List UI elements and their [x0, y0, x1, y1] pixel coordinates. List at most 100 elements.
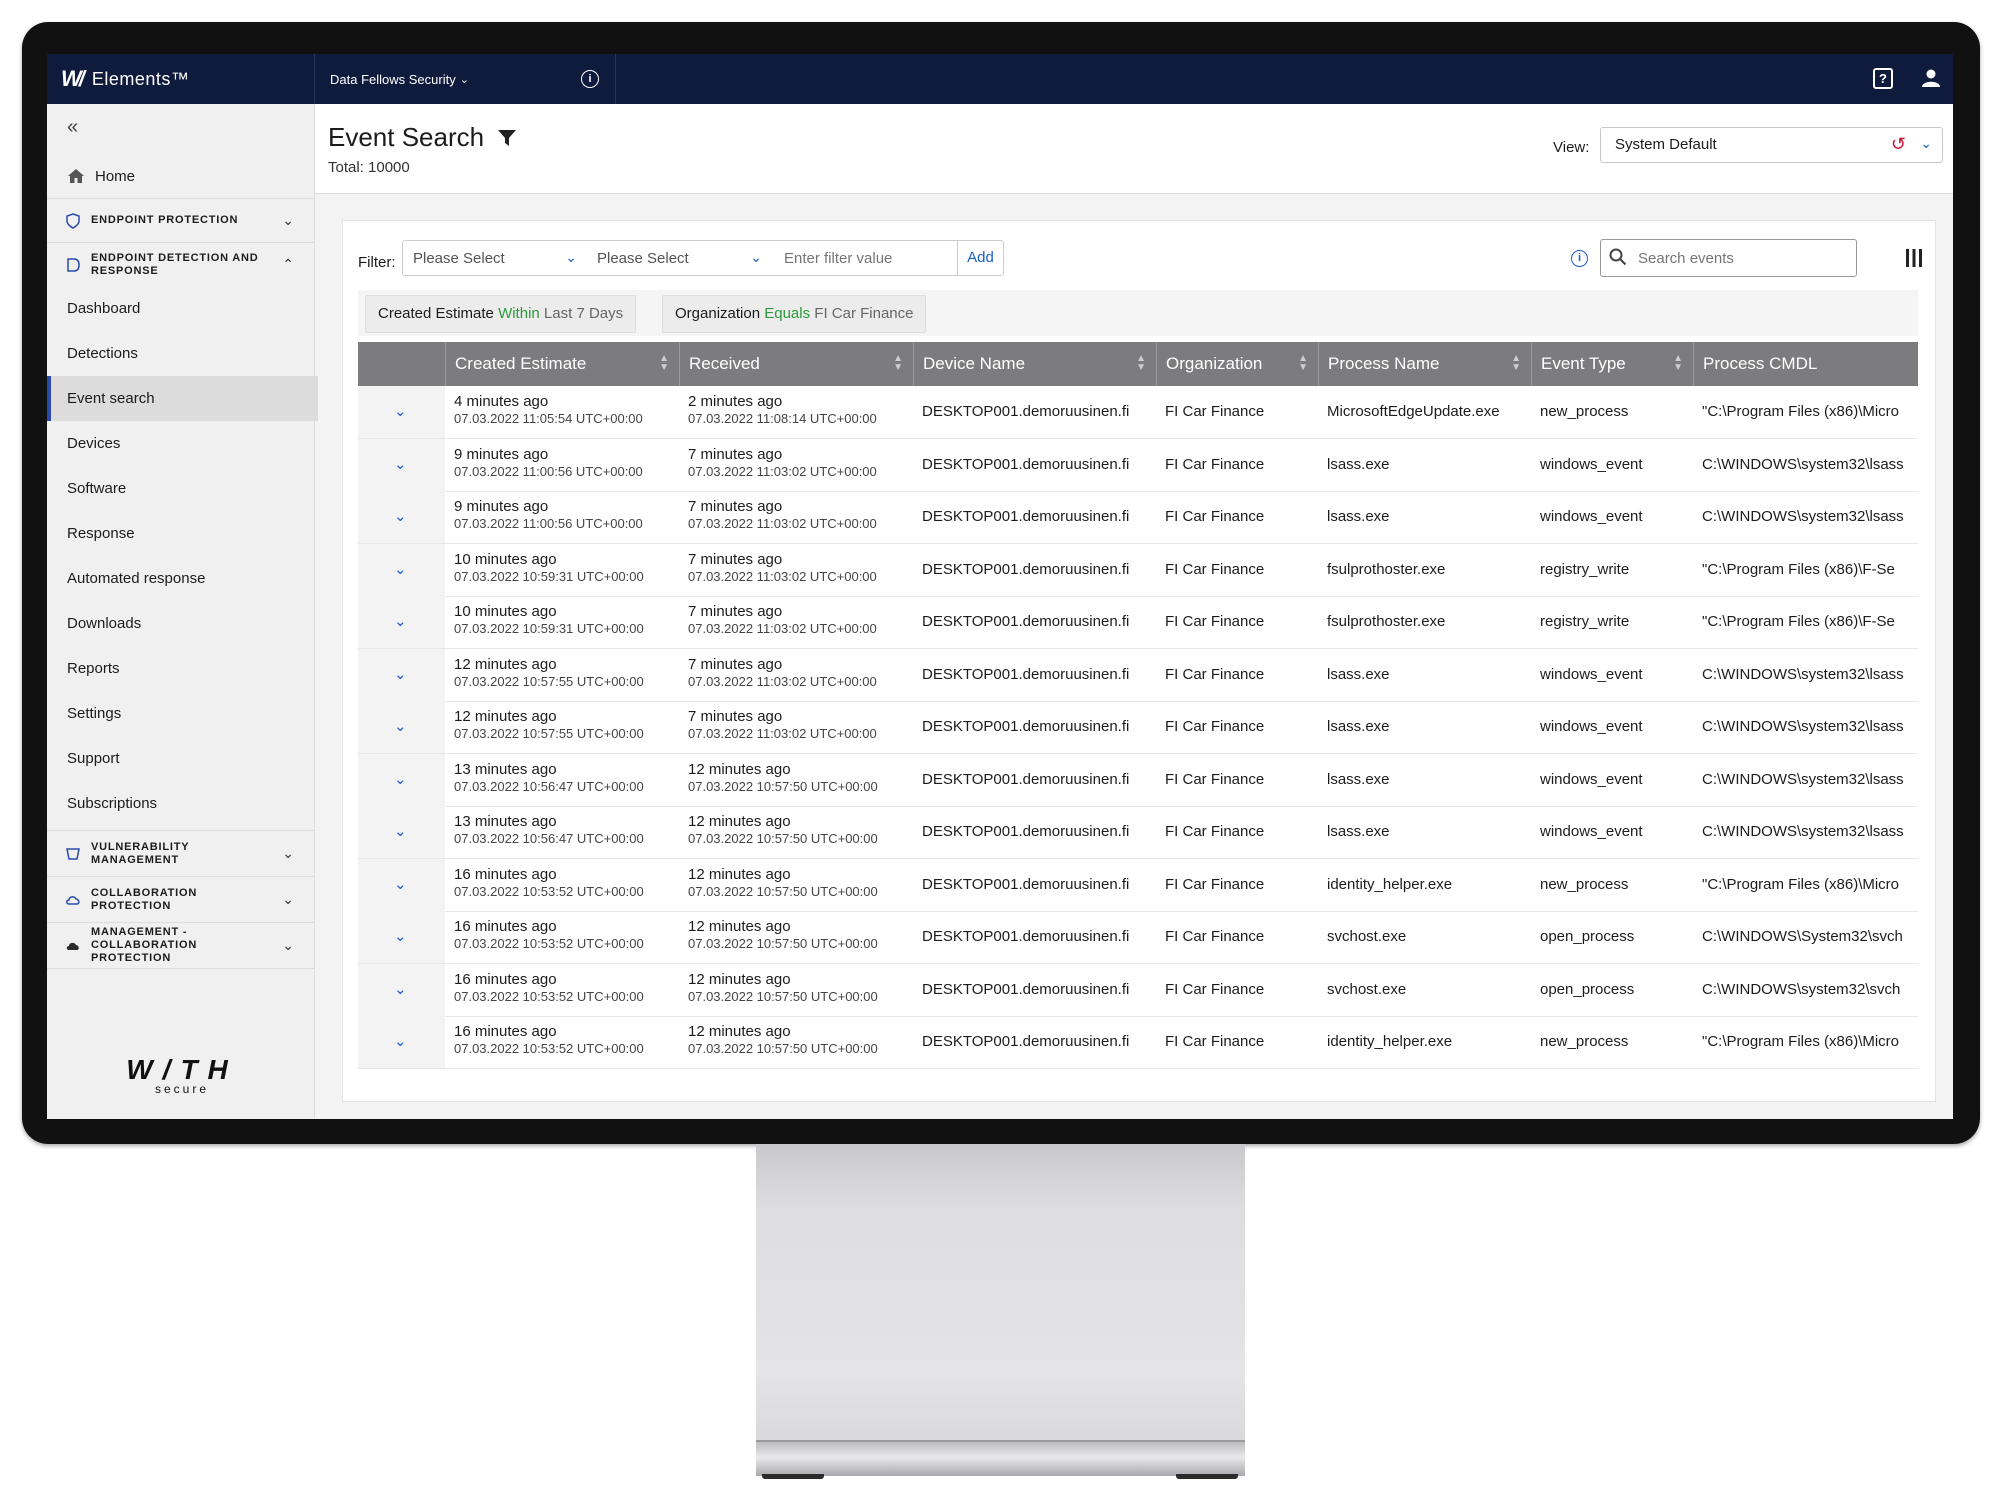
created-relative: 13 minutes ago: [454, 813, 557, 830]
collapse-sidebar-icon[interactable]: «: [67, 116, 78, 139]
sidebar-item-devices[interactable]: Devices: [47, 421, 314, 466]
chevron-down-icon[interactable]: ⌄: [394, 665, 407, 683]
sort-icon[interactable]: ▲ ▼: [1298, 354, 1308, 373]
process-cell: identity_helper.exe: [1327, 875, 1453, 893]
brand[interactable]: W/ Elements™: [47, 54, 315, 104]
sidebar-item-software[interactable]: Software: [47, 466, 314, 511]
column-header-device[interactable]: Device Name ▲ ▼: [913, 342, 1156, 386]
table-row[interactable]: ⌄ 9 minutes ago 07.03.2022 11:00:56 UTC+…: [358, 491, 1918, 544]
chevron-down-icon[interactable]: ⌄: [394, 875, 407, 893]
sort-icon[interactable]: ▲ ▼: [1511, 354, 1521, 373]
chevron-down-icon[interactable]: ⌄: [394, 560, 407, 578]
sidebar-item-downloads[interactable]: Downloads: [47, 601, 314, 646]
chip-operator: Within: [498, 305, 540, 322]
table-row[interactable]: ⌄ 16 minutes ago 07.03.2022 10:53:52 UTC…: [358, 963, 1918, 1017]
chevron-down-icon[interactable]: ⌄: [394, 770, 407, 788]
info-icon[interactable]: i: [1571, 250, 1588, 267]
table-row[interactable]: ⌄ 16 minutes ago 07.03.2022 10:53:52 UTC…: [358, 911, 1918, 964]
sidebar-item-home[interactable]: Home: [47, 158, 314, 194]
expand-cell: ⌄: [358, 438, 445, 491]
table-row[interactable]: ⌄ 4 minutes ago 07.03.2022 11:05:54 UTC+…: [358, 386, 1918, 439]
search-input[interactable]: [1636, 249, 1840, 268]
filter-operator-select[interactable]: Please Select ⌄: [587, 240, 773, 276]
sort-icon[interactable]: ▲ ▼: [1673, 354, 1683, 373]
sidebar-item-settings[interactable]: Settings: [47, 691, 314, 736]
table-row[interactable]: ⌄ 13 minutes ago 07.03.2022 10:56:47 UTC…: [358, 806, 1918, 859]
table-row[interactable]: ⌄ 10 minutes ago 07.03.2022 10:59:31 UTC…: [358, 543, 1918, 597]
column-header-event-type[interactable]: Event Type ▲ ▼: [1531, 342, 1693, 386]
monitor-foot: [762, 1474, 824, 1479]
received-absolute: 07.03.2022 10:57:50 UTC+00:00: [688, 1041, 878, 1056]
refresh-icon[interactable]: ↺: [1891, 134, 1906, 155]
add-filter-button[interactable]: Add: [957, 240, 1004, 276]
sidebar-item-response[interactable]: Response: [47, 511, 314, 556]
funnel-icon[interactable]: [497, 128, 517, 148]
chevron-down-icon[interactable]: ⌄: [394, 612, 407, 630]
sort-icon[interactable]: ▲ ▼: [659, 354, 669, 373]
cmdl-cell: "C:\Program Files (x86)\Micro: [1702, 403, 1900, 420]
sidebar-group-label: COLLABORATION PROTECTION: [91, 886, 198, 912]
sort-icon[interactable]: ▲ ▼: [1136, 354, 1146, 373]
chevron-down-icon[interactable]: ⌄: [394, 1032, 407, 1050]
filter-field-select[interactable]: Please Select ⌄: [402, 240, 588, 276]
sidebar-item-label: Detections: [67, 345, 138, 362]
table-row[interactable]: ⌄ 10 minutes ago 07.03.2022 10:59:31 UTC…: [358, 596, 1918, 649]
received-relative: 2 minutes ago: [688, 393, 783, 410]
organization-cell: FI Car Finance: [1165, 508, 1265, 525]
table-row[interactable]: ⌄ 16 minutes ago 07.03.2022 10:53:52 UTC…: [358, 1016, 1918, 1069]
sort-icon[interactable]: ▲ ▼: [893, 354, 903, 373]
filter-chip[interactable]: Organization Equals FI Car Finance: [662, 295, 927, 333]
app-screen: W/ Elements™ Data Fellows Security ⌄ i ?…: [47, 54, 1953, 1119]
organization-selector[interactable]: Data Fellows Security ⌄ i: [315, 54, 616, 104]
chevron-down-icon[interactable]: ⌄: [394, 717, 407, 735]
column-header-cmdl[interactable]: Process CMDL: [1693, 342, 1918, 386]
filter-value-input[interactable]: [782, 249, 956, 268]
chevron-down-icon[interactable]: ⌄: [394, 927, 407, 945]
table-row[interactable]: ⌄ 12 minutes ago 07.03.2022 10:57:55 UTC…: [358, 701, 1918, 754]
received-absolute: 07.03.2022 10:57:50 UTC+00:00: [688, 988, 878, 1004]
chevron-down-icon[interactable]: ⌄: [394, 980, 407, 998]
device-cell: DESKTOP001.demoruusinen.fi: [922, 928, 1130, 945]
sidebar-item-reports[interactable]: Reports: [47, 646, 314, 691]
sidebar-item-subscriptions[interactable]: Subscriptions: [47, 781, 314, 826]
edr-icon: [67, 257, 80, 272]
sidebar-item-event-search[interactable]: Event search: [47, 376, 318, 421]
column-header-created[interactable]: Created Estimate ▲ ▼: [445, 342, 679, 386]
help-icon[interactable]: ?: [1873, 68, 1893, 89]
sidebar-item-automated-response[interactable]: Automated response: [47, 556, 314, 601]
chevron-down-icon[interactable]: ⌄: [394, 822, 407, 840]
process-cell: MicrosoftEdgeUpdate.exe: [1327, 403, 1500, 420]
column-header-organization[interactable]: Organization ▲ ▼: [1156, 342, 1318, 386]
column-header-process[interactable]: Process Name ▲ ▼: [1318, 342, 1531, 386]
view-select[interactable]: System Default ↺ ⌄: [1600, 127, 1943, 163]
chevron-down-icon[interactable]: ⌄: [394, 507, 407, 525]
info-icon[interactable]: i: [581, 70, 599, 88]
chevron-down-icon[interactable]: ⌄: [394, 455, 407, 473]
sidebar-group-edr[interactable]: ENDPOINT DETECTION AND RESPONSE ⌃: [47, 242, 314, 286]
table-row[interactable]: ⌄ 9 minutes ago 07.03.2022 11:00:56 UTC+…: [358, 438, 1918, 492]
sidebar-group-collaboration[interactable]: COLLABORATION PROTECTION ⌄: [47, 876, 314, 922]
column-header-received[interactable]: Received ▲ ▼: [679, 342, 913, 386]
sidebar-group-management[interactable]: MANAGEMENT - COLLABORATION PROTECTION ⌄: [47, 922, 314, 969]
home-icon: [68, 169, 84, 183]
expand-cell: ⌄: [358, 1016, 445, 1068]
received-cell: 12 minutes ago 07.03.2022 10:57:50 UTC+0…: [679, 859, 913, 911]
chip-field: Created Estimate: [378, 305, 494, 322]
sidebar-group-label: ENDPOINT PROTECTION: [91, 214, 239, 226]
sidebar-group-endpoint-protection[interactable]: ENDPOINT PROTECTION ⌄: [47, 198, 314, 242]
filter-chip[interactable]: Created Estimate Within Last 7 Days: [365, 295, 637, 333]
created-absolute: 07.03.2022 11:00:56 UTC+00:00: [454, 516, 643, 531]
table-header: Created Estimate ▲ ▼ Received ▲ ▼ Device Nam…: [358, 342, 1918, 386]
table-row[interactable]: ⌄ 13 minutes ago 07.03.2022 10:56:47 UTC…: [358, 753, 1918, 807]
sidebar-item-support[interactable]: Support: [47, 736, 314, 781]
process-cell: lsass.exe: [1327, 665, 1390, 683]
sidebar-item-dashboard[interactable]: Dashboard: [47, 286, 314, 331]
sidebar-item-detections[interactable]: Detections: [47, 331, 314, 376]
created-absolute: 07.03.2022 10:53:52 UTC+00:00: [454, 988, 644, 1004]
columns-icon[interactable]: [1904, 248, 1924, 268]
user-icon[interactable]: [1921, 68, 1941, 88]
chevron-down-icon[interactable]: ⌄: [394, 402, 407, 420]
table-row[interactable]: ⌄ 16 minutes ago 07.03.2022 10:53:52 UTC…: [358, 858, 1918, 912]
sidebar-group-vulnerability[interactable]: VULNERABILITY MANAGEMENT ⌄: [47, 830, 314, 876]
table-row[interactable]: ⌄ 12 minutes ago 07.03.2022 10:57:55 UTC…: [358, 648, 1918, 702]
